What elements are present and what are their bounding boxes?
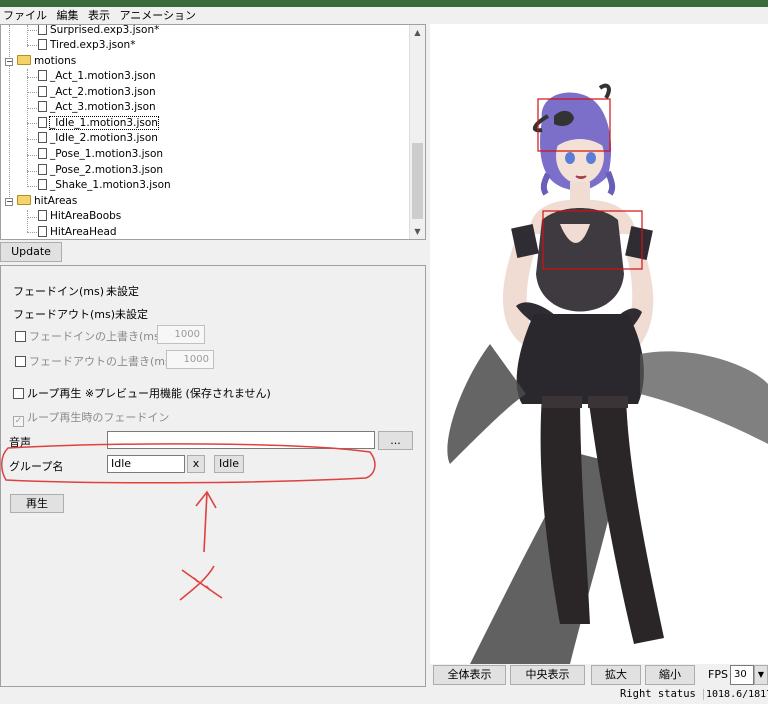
checkbox-icon	[13, 388, 24, 399]
annotation-ellipse	[1, 443, 376, 484]
checkbox-icon	[15, 356, 26, 367]
tree-item-motion[interactable]: _Pose_2.motion3.json	[38, 163, 163, 178]
menu-animation[interactable]: アニメーション	[117, 7, 200, 24]
tree-item-hitarea[interactable]: HitAreaHead	[38, 225, 117, 239]
zoom-in-button[interactable]: 拡大	[591, 665, 641, 685]
status-bar: Right status 1018.6/1817	[0, 687, 768, 704]
override-fadeout-checkbox[interactable]: フェードアウトの上書き(ms)	[15, 353, 175, 369]
tree-scrollbar[interactable]: ▲ ▼	[409, 25, 425, 239]
folder-icon	[17, 195, 31, 205]
tree-item-file[interactable]: Tired.exp3.json*	[38, 38, 135, 53]
tree-folder-hitareas[interactable]: hitAreas	[17, 194, 77, 209]
folder-icon	[17, 55, 31, 65]
loop-play-checkbox[interactable]: ループ再生 ※プレビュー用機能 (保存されません)	[13, 385, 271, 401]
file-icon	[38, 226, 47, 237]
tree-item-motion-selected[interactable]: _Idle_1.motion3.json	[38, 116, 159, 131]
scroll-down-icon[interactable]: ▼	[410, 224, 425, 239]
scroll-thumb[interactable]	[412, 143, 423, 219]
collapse-motions-icon[interactable]: −	[5, 58, 13, 66]
fadein-value: 未設定	[106, 285, 139, 298]
loop-fadein-checkbox[interactable]: ✓ ループ再生時のフェードイン	[13, 409, 169, 427]
update-button[interactable]: Update	[0, 242, 62, 262]
menu-file[interactable]: ファイル	[0, 7, 50, 24]
annotation-overlay	[1, 443, 376, 601]
file-icon	[38, 117, 47, 128]
coords-readout: 1018.6/1817	[703, 689, 768, 700]
tree-item-motion[interactable]: _Idle_2.motion3.json	[38, 131, 158, 146]
file-icon	[38, 179, 47, 190]
fps-input[interactable]: 30	[730, 665, 754, 685]
tree-item-motion[interactable]: _Pose_1.motion3.json	[38, 147, 163, 162]
tree-item-motion[interactable]: _Act_1.motion3.json	[38, 69, 156, 84]
annotation-cross-icon	[179, 565, 223, 601]
window-title-bar	[0, 0, 768, 7]
fps-label: FPS	[708, 668, 728, 681]
tree-item-hitarea[interactable]: HitAreaBoobs	[38, 209, 121, 224]
tree-item-motion[interactable]: _Shake_1.motion3.json	[38, 178, 171, 193]
file-icon	[38, 86, 47, 97]
center-view-button[interactable]: 中央表示	[510, 665, 585, 685]
file-icon	[38, 101, 47, 112]
file-icon	[38, 210, 47, 221]
override-fadeout-input[interactable]: 1000	[166, 350, 214, 369]
file-icon	[38, 39, 47, 50]
override-fadein-checkbox[interactable]: フェードインの上書き(ms)	[15, 328, 164, 344]
fps-dropdown-icon[interactable]: ▼	[754, 665, 768, 685]
tree-item-motion[interactable]: _Act_2.motion3.json	[38, 85, 156, 100]
menu-edit[interactable]: 編集	[54, 7, 82, 24]
zoom-out-button[interactable]: 縮小	[645, 665, 695, 685]
model-viewer[interactable]	[430, 24, 768, 664]
menu-view[interactable]: 表示	[85, 7, 113, 24]
fadein-label: フェードイン(ms) :	[13, 285, 112, 298]
tree-folder-motions[interactable]: motions	[17, 54, 76, 69]
character-model-image	[447, 83, 768, 664]
annotation-arrow-icon	[195, 490, 217, 553]
right-status: Right status	[620, 688, 696, 700]
scroll-up-icon[interactable]: ▲	[410, 25, 425, 40]
file-icon	[38, 25, 47, 35]
model-tree[interactable]: Surprised.exp3.json* Tired.exp3.json* − …	[0, 24, 426, 240]
tree-item-file[interactable]: Surprised.exp3.json*	[38, 25, 159, 38]
file-icon	[38, 132, 47, 143]
file-icon	[38, 70, 47, 81]
checked-icon: ✓	[13, 416, 24, 427]
tree-item-motion[interactable]: _Act_3.motion3.json	[38, 100, 156, 115]
collapse-hitareas-icon[interactable]: −	[5, 198, 13, 206]
file-icon	[38, 148, 47, 159]
menu-bar: ファイル 編集 表示 アニメーション	[0, 7, 768, 24]
checkbox-icon	[15, 331, 26, 342]
file-icon	[38, 164, 47, 175]
fit-all-button[interactable]: 全体表示	[433, 665, 506, 685]
override-fadein-input[interactable]: 1000	[157, 325, 205, 344]
fadeout-label: フェードアウト(ms) :	[13, 308, 123, 321]
fadeout-value: 未設定	[115, 308, 148, 321]
